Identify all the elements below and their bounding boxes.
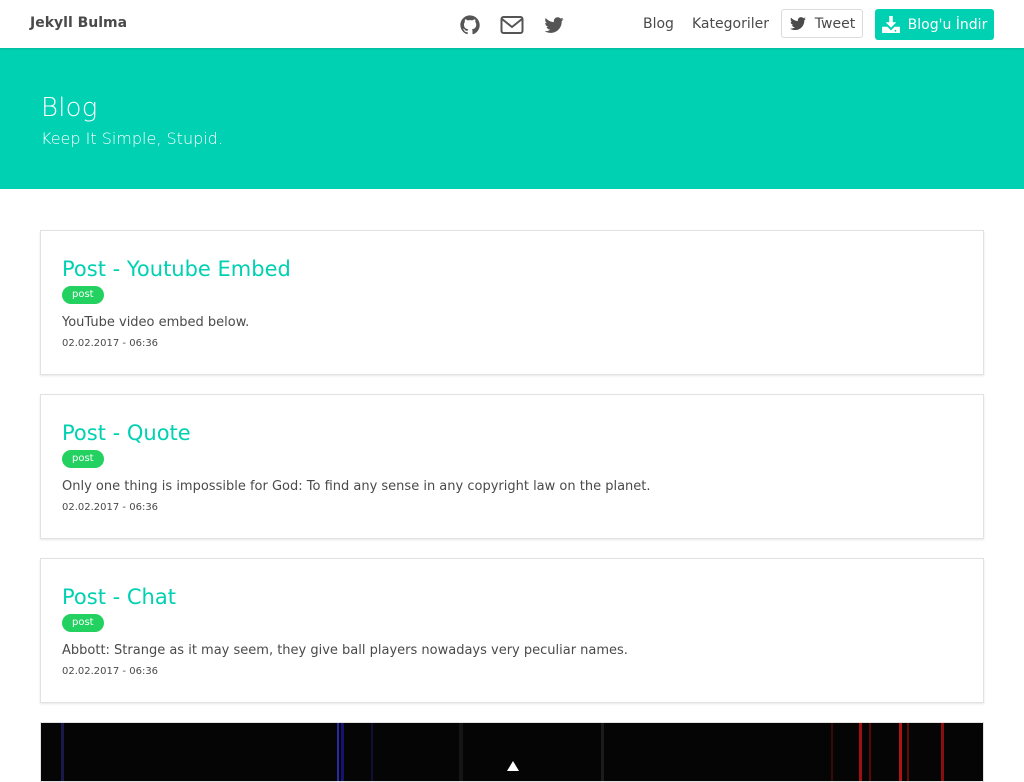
post-card: Post - Quote post Only one thing is impo…	[40, 394, 984, 539]
video-play-icon	[507, 761, 519, 771]
github-icon[interactable]	[459, 14, 481, 36]
post-excerpt: YouTube video embed below.	[62, 315, 250, 330]
post-date: 02.02.2017 - 06:36	[62, 666, 159, 677]
download-blog-button[interactable]: Blog'u İndir	[875, 9, 994, 40]
post-card: Post - Youtube Embed post YouTube video …	[40, 230, 984, 375]
envelope-icon[interactable]	[500, 14, 524, 36]
twitter-icon[interactable]	[543, 14, 565, 36]
brand-logo[interactable]: Jekyll Bulma	[30, 15, 127, 31]
post-tag[interactable]: post	[62, 450, 104, 468]
post-title-link[interactable]: Post - Quote	[62, 421, 191, 445]
nav-link-categories[interactable]: Kategoriler	[692, 16, 769, 32]
post-excerpt: Only one thing is impossible for God: To…	[62, 479, 651, 494]
post-tag[interactable]: post	[62, 286, 104, 304]
download-icon	[881, 16, 900, 33]
post-excerpt: Abbott: Strange as it may seem, they giv…	[62, 643, 628, 658]
page-title: Blog	[41, 93, 98, 123]
post-card: Post - Chat post Abbott: Strange as it m…	[40, 558, 984, 703]
youtube-video-embed[interactable]	[40, 722, 984, 782]
page-subtitle: Keep It Simple, Stupid.	[41, 129, 223, 148]
post-title-link[interactable]: Post - Youtube Embed	[62, 257, 291, 281]
post-date: 02.02.2017 - 06:36	[62, 338, 159, 349]
tweet-button[interactable]: Tweet	[781, 9, 863, 38]
nav-link-blog[interactable]: Blog	[643, 16, 674, 32]
hero-banner: Blog Keep It Simple, Stupid.	[0, 48, 1024, 189]
post-date: 02.02.2017 - 06:36	[62, 502, 159, 513]
twitter-icon	[789, 16, 807, 32]
post-title-link[interactable]: Post - Chat	[62, 585, 176, 609]
tweet-label: Tweet	[814, 15, 856, 32]
post-tag[interactable]: post	[62, 614, 104, 632]
download-label: Blog'u İndir	[907, 16, 988, 33]
navbar: Jekyll Bulma Blog Kategoriler Tweet Blog…	[0, 0, 1024, 48]
